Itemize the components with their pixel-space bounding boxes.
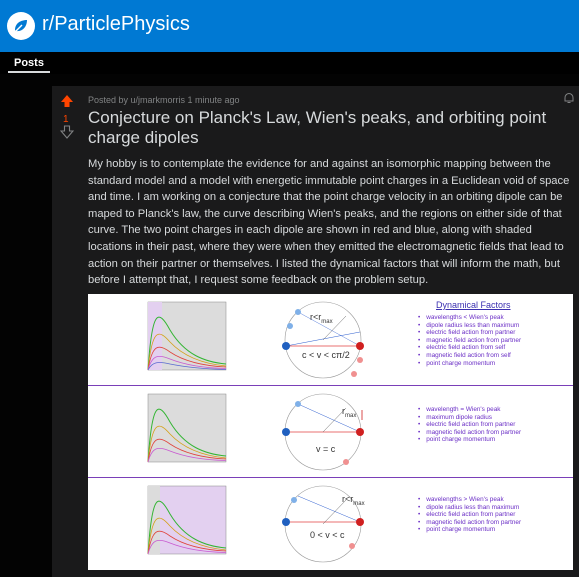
factor-item: maximum dipole radius <box>418 414 521 422</box>
upvote-arrow-icon[interactable] <box>60 94 74 108</box>
radius-sub-3: max <box>353 500 365 507</box>
factor-item: point charge momentum <box>418 526 521 534</box>
post-meta: Posted by u/jmarkmorris 1 minute ago <box>88 95 240 105</box>
velocity-formula-3: 0 < v < c <box>310 530 345 540</box>
figure-row-3: r<rmax 0 < v < c wavelengths > Wien's pe… <box>88 480 573 566</box>
factor-item: point charge momentum <box>418 436 521 444</box>
radius-sub-2: max <box>345 412 357 419</box>
factor-item: dipole radius less than maximum <box>418 504 521 512</box>
post-body: My hobby is to contemplate the evidence … <box>88 158 570 287</box>
dipole-diagram-1 <box>282 301 364 379</box>
planck-plot-1 <box>140 300 228 378</box>
factor-item: magnetic field action from partner <box>418 337 521 345</box>
post-image[interactable]: r<rmax c < v < cπ/2 Dynamical Factors wa… <box>88 294 573 570</box>
factor-item: electric field action from partner <box>418 511 521 519</box>
factor-item: electric field action from partner <box>418 329 521 337</box>
figure-title: Dynamical Factors <box>436 300 511 310</box>
velocity-formula-1: c < v < cπ/2 <box>302 350 350 360</box>
factor-item: magnetic field action from self <box>418 352 521 360</box>
factor-list-3: wavelengths > Wien's peak dipole radius … <box>418 496 521 534</box>
radius-label-1: r<r <box>310 312 322 322</box>
tab-active-indicator <box>8 71 50 73</box>
figure-divider <box>88 385 573 386</box>
radius-sub-1: max <box>321 318 333 325</box>
subreddit-icon[interactable] <box>7 12 35 40</box>
subreddit-title[interactable]: r/ParticlePhysics <box>42 13 190 36</box>
factor-item: electric field action from partner <box>418 421 521 429</box>
figure-row-2: rmax v = c wavelength = Wien's peak maxi… <box>88 388 573 474</box>
factor-item: dipole radius less than maximum <box>418 322 521 330</box>
vote-count: 1 <box>63 114 69 125</box>
radius-label-3: r<r <box>342 494 354 504</box>
figure-row-1: r<rmax c < v < cπ/2 Dynamical Factors wa… <box>88 296 573 382</box>
factor-item: magnetic field action from partner <box>418 519 521 527</box>
figure-divider <box>88 477 573 478</box>
factor-item: wavelength = Wien's peak <box>418 406 521 414</box>
factor-item: electric field action from self <box>418 344 521 352</box>
post-title[interactable]: Conjecture on Planck's Law, Wien's peaks… <box>88 108 558 148</box>
velocity-formula-2: v = c <box>316 444 336 454</box>
factor-item: magnetic field action from partner <box>418 429 521 437</box>
tab-bar: Posts <box>0 52 579 74</box>
subreddit-header: r/ParticlePhysics <box>0 0 579 52</box>
tab-posts[interactable]: Posts <box>14 57 44 69</box>
factor-list-2: wavelength = Wien's peak maximum dipole … <box>418 406 521 444</box>
factor-item: wavelengths > Wien's peak <box>418 496 521 504</box>
notification-bell-icon[interactable] <box>563 92 575 104</box>
planck-plot-2 <box>147 393 227 463</box>
downvote-arrow-icon[interactable] <box>60 125 74 139</box>
factor-item: point charge momentum <box>418 360 521 368</box>
planck-plot-3 <box>147 485 227 555</box>
factor-item: wavelengths < Wien's peak <box>418 314 521 322</box>
factor-list-1: wavelengths < Wien's peak dipole radius … <box>418 314 521 367</box>
dipole-diagram-2 <box>282 393 364 471</box>
